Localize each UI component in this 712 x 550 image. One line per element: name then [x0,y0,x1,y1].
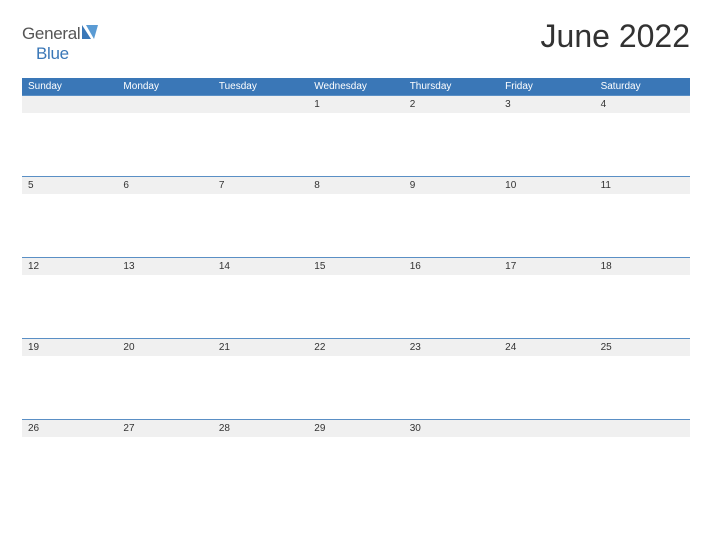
day-cell [308,356,403,419]
day-cell [22,275,117,338]
day-cell [595,194,690,257]
day-cell [499,437,594,500]
day-number: 29 [308,420,403,437]
day-number [499,420,594,437]
day-cell [595,113,690,176]
day-headers-row: Sunday Monday Tuesday Wednesday Thursday… [22,78,690,95]
day-cell [404,437,499,500]
day-number: 27 [117,420,212,437]
day-cell [213,194,308,257]
day-number: 22 [308,339,403,356]
day-cell [213,356,308,419]
day-number: 21 [213,339,308,356]
day-number: 5 [22,177,117,194]
logo-text: GeneralBlue [22,24,98,64]
day-number [595,420,690,437]
week-row: 19 20 21 22 23 24 25 [22,338,690,419]
day-number: 7 [213,177,308,194]
day-cell [595,437,690,500]
day-number [22,96,117,113]
day-cell [499,356,594,419]
day-cell [117,356,212,419]
day-cell [308,113,403,176]
page-title: June 2022 [541,18,690,55]
day-number: 17 [499,258,594,275]
day-number: 16 [404,258,499,275]
logo: GeneralBlue [22,24,98,64]
calendar: Sunday Monday Tuesday Wednesday Thursday… [22,78,690,500]
logo-text-general: General [22,24,80,43]
day-cell [308,437,403,500]
day-number: 26 [22,420,117,437]
day-cell [499,275,594,338]
day-cell [213,113,308,176]
day-number: 20 [117,339,212,356]
day-number: 11 [595,177,690,194]
day-cell [404,194,499,257]
week-row: 1 2 3 4 [22,95,690,176]
day-cell [595,275,690,338]
day-cell [22,194,117,257]
day-number: 12 [22,258,117,275]
day-number: 6 [117,177,212,194]
week-row: 12 13 14 15 16 17 18 [22,257,690,338]
week-row: 5 6 7 8 9 10 11 [22,176,690,257]
day-cell [308,194,403,257]
day-header: Thursday [404,78,499,95]
day-cell [22,113,117,176]
day-number: 9 [404,177,499,194]
day-cell [499,194,594,257]
day-number: 25 [595,339,690,356]
logo-text-blue: Blue [36,44,69,63]
day-header: Tuesday [213,78,308,95]
day-cell [22,437,117,500]
day-header: Saturday [595,78,690,95]
day-cell [117,194,212,257]
week-row: 26 27 28 29 30 [22,419,690,500]
day-number: 19 [22,339,117,356]
day-number: 10 [499,177,594,194]
logo-triangle-icon [82,24,98,44]
day-header: Monday [117,78,212,95]
day-cell [213,437,308,500]
day-cell [404,275,499,338]
day-number: 14 [213,258,308,275]
day-header: Wednesday [308,78,403,95]
day-header: Sunday [22,78,117,95]
day-cell [595,356,690,419]
day-cell [499,113,594,176]
day-number: 2 [404,96,499,113]
day-cell [308,275,403,338]
day-number: 15 [308,258,403,275]
day-cell [404,356,499,419]
day-number: 30 [404,420,499,437]
day-number [213,96,308,113]
day-header: Friday [499,78,594,95]
day-cell [404,113,499,176]
day-number: 18 [595,258,690,275]
header: GeneralBlue June 2022 [22,18,690,64]
day-number: 8 [308,177,403,194]
day-cell [117,437,212,500]
day-number: 24 [499,339,594,356]
day-number: 1 [308,96,403,113]
day-cell [117,113,212,176]
day-cell [22,356,117,419]
day-number [117,96,212,113]
day-number: 3 [499,96,594,113]
day-cell [213,275,308,338]
day-number: 13 [117,258,212,275]
day-number: 28 [213,420,308,437]
day-number: 23 [404,339,499,356]
day-number: 4 [595,96,690,113]
day-cell [117,275,212,338]
